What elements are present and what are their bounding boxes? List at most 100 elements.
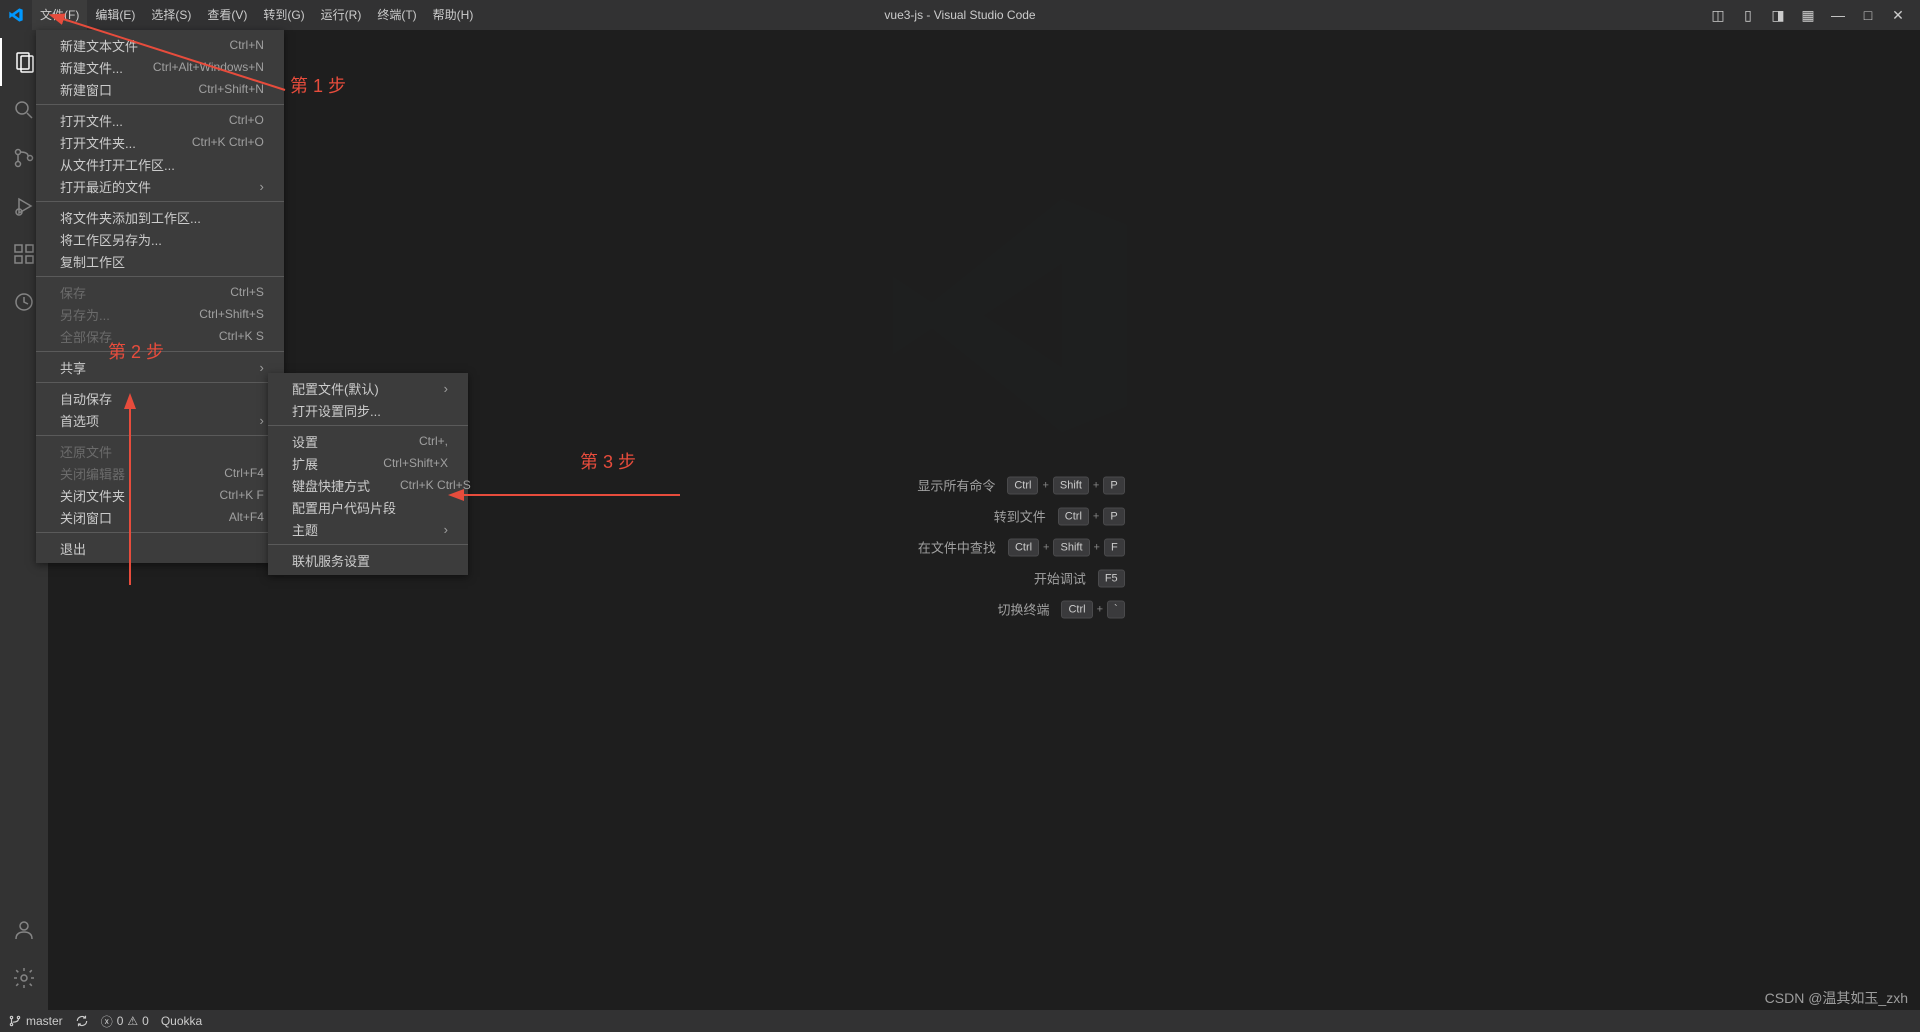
menu-item[interactable]: 共享› <box>36 356 284 378</box>
menu-item-shortcut: Ctrl+O <box>229 113 264 127</box>
menu-separator <box>36 435 284 436</box>
menu-item-label: 将工作区另存为... <box>60 230 162 249</box>
accounts-icon[interactable] <box>0 906 48 954</box>
preferences-submenu: 配置文件(默认)›打开设置同步... 设置Ctrl+,扩展Ctrl+Shift+X… <box>268 373 468 575</box>
branch-status[interactable]: master <box>8 1014 63 1028</box>
menu-item[interactable]: 扩展Ctrl+Shift+X <box>268 452 468 474</box>
menu-item-shortcut: Ctrl+K Ctrl+O <box>192 135 264 149</box>
menu-item[interactable]: 新建窗口Ctrl+Shift+N <box>36 78 284 100</box>
shortcut-label: 在文件中查找 <box>896 538 996 557</box>
maximize-button[interactable]: □ <box>1854 0 1882 30</box>
sync-status[interactable] <box>75 1014 89 1028</box>
menu-item[interactable]: 自动保存 <box>36 387 284 409</box>
menu-item: 另存为...Ctrl+Shift+S <box>36 303 284 325</box>
menu-run[interactable]: 运行(R) <box>313 0 370 30</box>
menu-item[interactable]: 从文件打开工作区... <box>36 153 284 175</box>
menu-item[interactable]: 主题› <box>268 518 468 540</box>
menu-item: 关闭编辑器 Ctrl+F4 <box>36 462 284 484</box>
shortcut-row: 开始调试F5 <box>895 569 1124 588</box>
menu-item-shortcut: Ctrl+Alt+Windows+N <box>153 60 264 74</box>
menu-item-label: 打开最近的文件 <box>60 177 151 196</box>
menu-item[interactable]: 打开文件... Ctrl+O <box>36 109 284 131</box>
menu-item[interactable]: 配置用户代码片段 <box>268 496 468 518</box>
keycap: P <box>1103 507 1124 525</box>
menu-item-shortcut: Ctrl+F4 <box>224 466 264 480</box>
menu-item[interactable]: 将文件夹添加到工作区... <box>36 206 284 228</box>
window-controls: ◫ ▯ ◨ ▦ — □ ✕ <box>1704 0 1912 30</box>
shortcut-keys: Ctrl+P <box>1058 507 1125 525</box>
menu-item[interactable]: 配置文件(默认)› <box>268 377 468 399</box>
shortcut-keys: Ctrl+Shift+F <box>1008 538 1125 556</box>
watermark-text: CSDN @温其如玉_zxh <box>1765 988 1908 1008</box>
menu-item[interactable]: 退出 <box>36 537 284 559</box>
menu-item-shortcut: Ctrl+Shift+X <box>383 456 448 470</box>
close-button[interactable]: ✕ <box>1884 0 1912 30</box>
menu-item-shortcut: Ctrl+N <box>230 38 264 52</box>
menu-item[interactable]: 联机服务设置 <box>268 549 468 571</box>
menu-item-shortcut: Ctrl+, <box>419 434 448 448</box>
menu-item: 还原文件 <box>36 440 284 462</box>
menu-item: 全部保存Ctrl+K S <box>36 325 284 347</box>
problems-status[interactable]: ⓧ0 ⚠0 <box>101 1013 149 1030</box>
menu-item[interactable]: 键盘快捷方式Ctrl+K Ctrl+S <box>268 474 468 496</box>
menu-item-label: 全部保存 <box>60 327 112 346</box>
menu-item[interactable]: 设置Ctrl+, <box>268 430 468 452</box>
titlebar: 文件(F) 编辑(E) 选择(S) 查看(V) 转到(G) 运行(R) 终端(T… <box>0 0 1920 30</box>
menu-item-label: 从文件打开工作区... <box>60 155 175 174</box>
menu-item[interactable]: 将工作区另存为... <box>36 228 284 250</box>
plus-separator: + <box>1042 479 1048 491</box>
menu-separator <box>268 544 468 545</box>
menu-separator <box>36 382 284 383</box>
layout-panel-icon[interactable]: ▯ <box>1734 0 1762 30</box>
menu-item[interactable]: 关闭窗口Alt+F4 <box>36 506 284 528</box>
menu-item-label: 关闭窗口 <box>60 508 112 527</box>
menu-item[interactable]: 打开最近的文件› <box>36 175 284 197</box>
menu-file[interactable]: 文件(F) <box>32 0 87 30</box>
settings-gear-icon[interactable] <box>0 954 48 1002</box>
error-count: 0 <box>117 1014 124 1028</box>
minimize-button[interactable]: — <box>1824 0 1852 30</box>
menu-select[interactable]: 选择(S) <box>143 0 199 30</box>
menu-go[interactable]: 转到(G) <box>255 0 312 30</box>
warning-icon: ⚠ <box>127 1014 138 1028</box>
shortcut-label: 转到文件 <box>946 507 1046 526</box>
menu-item-shortcut: Ctrl+Shift+N <box>199 82 264 96</box>
menu-item-label: 联机服务设置 <box>292 551 370 570</box>
shortcut-row: 转到文件 Ctrl+P <box>895 507 1124 526</box>
quokka-status[interactable]: Quokka <box>161 1014 202 1028</box>
keycap: Ctrl <box>1061 600 1092 618</box>
menu-item-shortcut: Ctrl+Shift+S <box>199 307 264 321</box>
menu-terminal[interactable]: 终端(T) <box>369 0 424 30</box>
menu-item[interactable]: 打开文件夹... Ctrl+K Ctrl+O <box>36 131 284 153</box>
layout-side-icon[interactable]: ◨ <box>1764 0 1792 30</box>
menu-item-label: 打开文件夹... <box>60 133 136 152</box>
menu-item-label: 共享 <box>60 358 86 377</box>
plus-separator: + <box>1043 541 1049 553</box>
menu-item-label: 配置文件(默认) <box>292 379 379 398</box>
menu-item-label: 退出 <box>60 539 86 558</box>
menu-item[interactable]: 关闭文件夹Ctrl+K F <box>36 484 284 506</box>
menu-item[interactable]: 新建文本文件Ctrl+N <box>36 34 284 56</box>
menu-edit[interactable]: 编辑(E) <box>87 0 143 30</box>
menu-item-label: 还原文件 <box>60 442 112 461</box>
plus-separator: + <box>1094 541 1100 553</box>
menu-item[interactable]: 打开设置同步... <box>268 399 468 421</box>
file-menu-dropdown: 新建文本文件Ctrl+N新建文件...Ctrl+Alt+Windows+N新建窗… <box>36 30 284 563</box>
layout-custom-icon[interactable]: ▦ <box>1794 0 1822 30</box>
sync-icon <box>75 1014 89 1028</box>
menu-separator <box>36 104 284 105</box>
window-title: vue3-js - Visual Studio Code <box>710 8 1210 22</box>
menu-item-shortcut: Ctrl+K F <box>220 488 264 502</box>
menubar: 文件(F) 编辑(E) 选择(S) 查看(V) 转到(G) 运行(R) 终端(T… <box>32 0 481 30</box>
menu-item[interactable]: 新建文件...Ctrl+Alt+Windows+N <box>36 56 284 78</box>
menu-view[interactable]: 查看(V) <box>199 0 255 30</box>
layout-primary-icon[interactable]: ◫ <box>1704 0 1732 30</box>
menu-item[interactable]: 首选项› <box>36 409 284 431</box>
menu-help[interactable]: 帮助(H) <box>425 0 482 30</box>
menu-item-label: 关闭编辑器 <box>60 464 125 483</box>
menu-item[interactable]: 复制工作区 <box>36 250 284 272</box>
menu-item-label: 打开文件... <box>60 111 123 130</box>
keycap: Ctrl <box>1058 507 1089 525</box>
menu-item-label: 自动保存 <box>60 389 112 408</box>
menu-separator <box>268 425 468 426</box>
